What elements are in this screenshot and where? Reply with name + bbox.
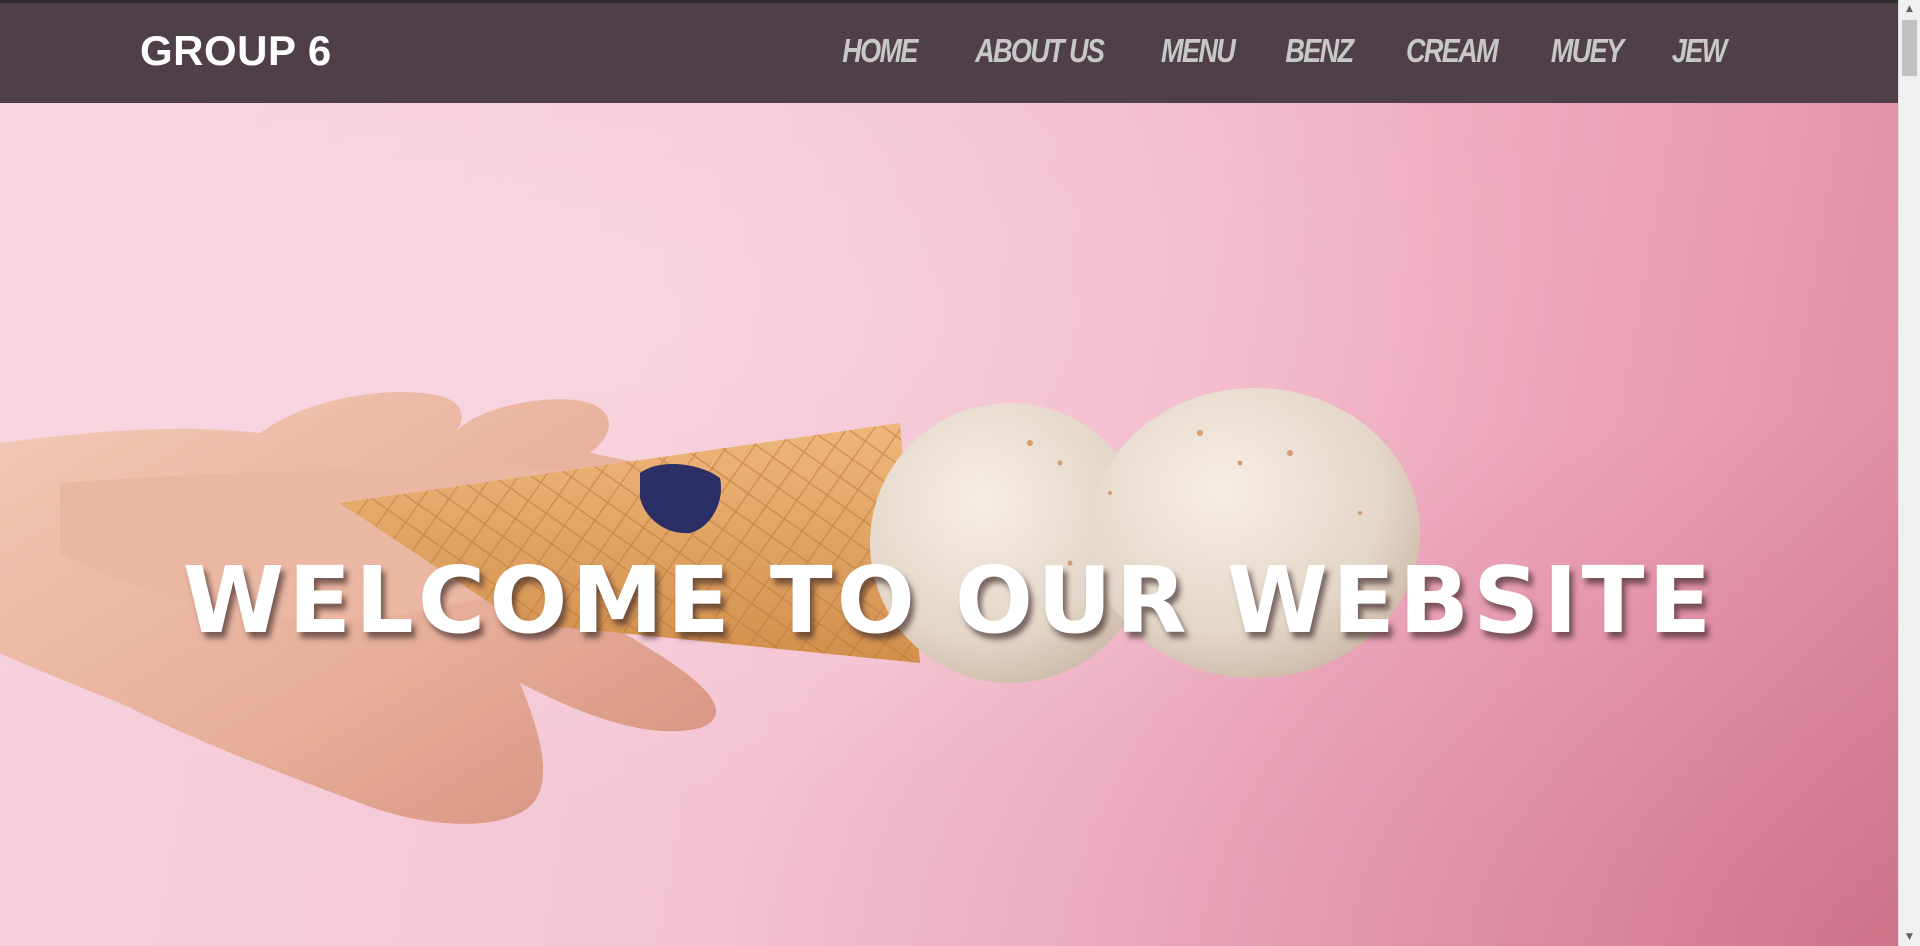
nav-item-home[interactable]: HOME [842,34,918,67]
scrollbar-thumb[interactable] [1902,20,1917,76]
nav-item-jew[interactable]: JEW [1672,34,1727,67]
nav-item-benz[interactable]: BENZ [1286,34,1355,67]
vertical-scrollbar[interactable]: ▲ ▼ [1898,0,1920,946]
nav-menu: HOME ABOUT US MENU BENZ CREAM MUEY JEW [834,34,1732,67]
navbar: GROUP 6 HOME ABOUT US MENU BENZ CREAM MU… [0,3,1898,103]
hero-title: WELCOME TO OUR WEBSITE [182,546,1716,654]
nav-item-menu[interactable]: MENU [1161,34,1236,67]
scroll-down-arrow-icon[interactable]: ▼ [1899,928,1920,946]
nav-item-cream[interactable]: CREAM [1406,34,1499,67]
nav-item-muey[interactable]: MUEY [1551,34,1624,67]
scroll-up-arrow-icon[interactable]: ▲ [1899,0,1920,18]
ice-cream-illustration [0,388,1420,824]
nav-item-about-us[interactable]: ABOUT US [975,34,1105,67]
browser-viewport: GROUP 6 HOME ABOUT US MENU BENZ CREAM MU… [0,0,1920,946]
hero-banner: WELCOME TO OUR WEBSITE [0,103,1898,946]
brand-logo[interactable]: GROUP 6 [140,30,332,72]
